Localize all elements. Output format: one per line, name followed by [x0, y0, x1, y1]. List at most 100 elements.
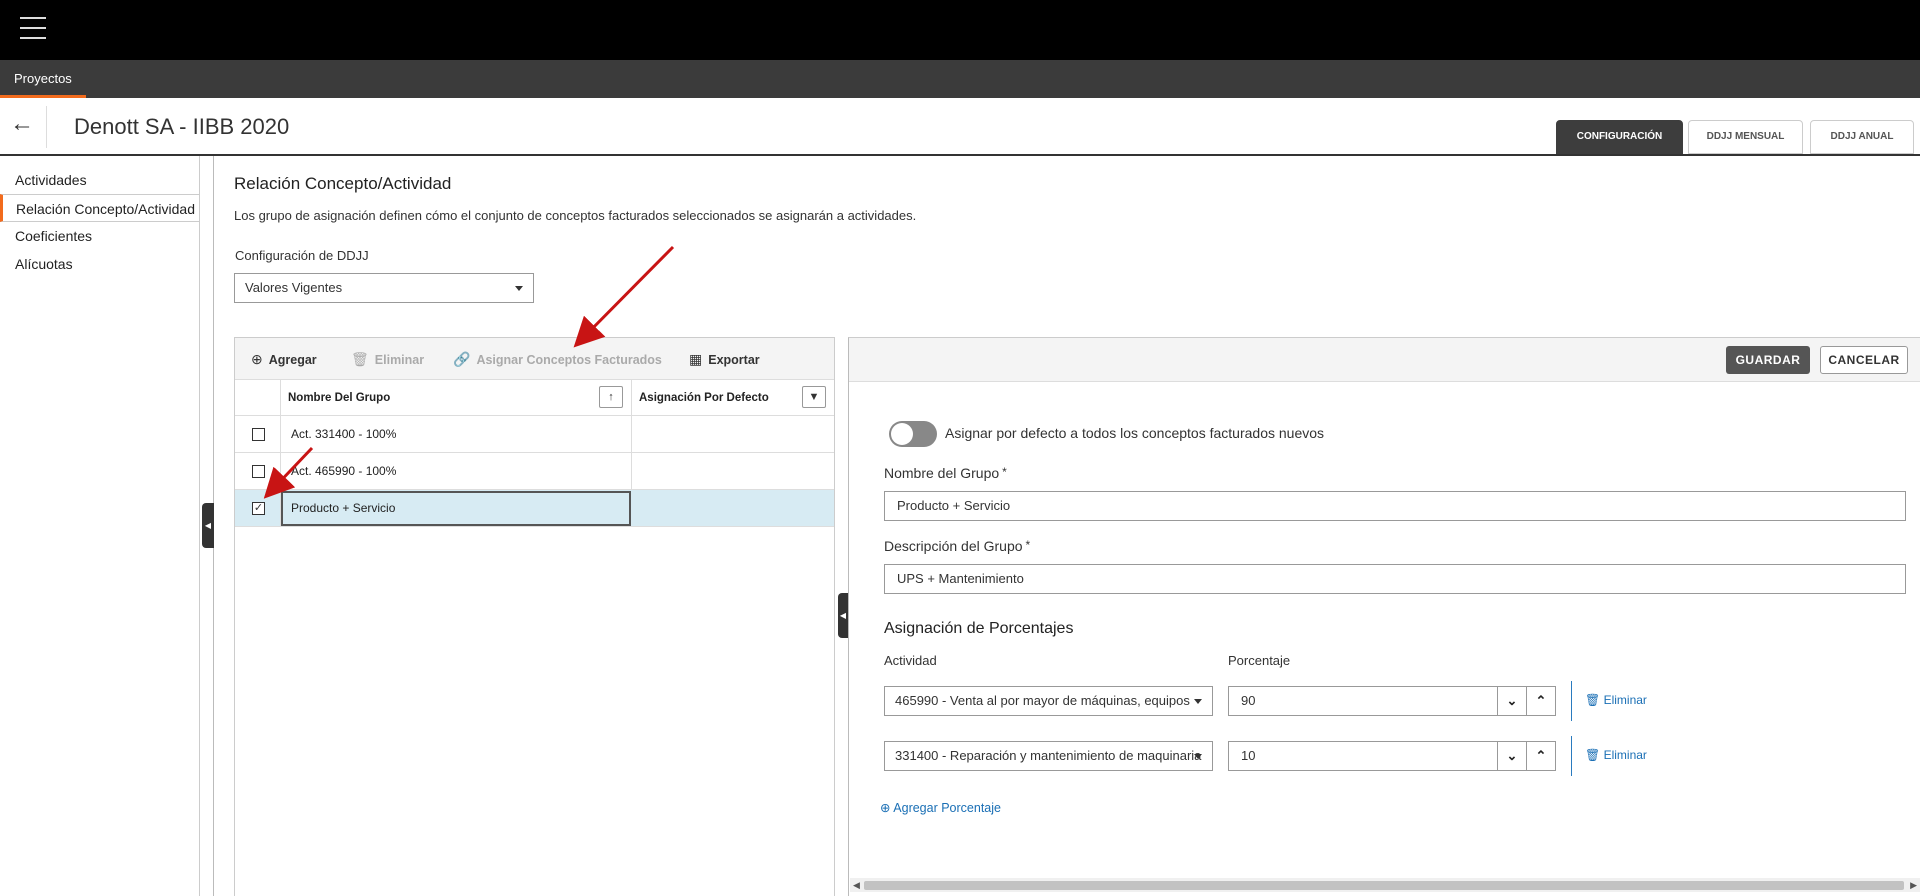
sidebar-item-alicuotas[interactable]: Alícuotas [0, 250, 199, 278]
row-checkbox[interactable] [252, 465, 265, 478]
sort-icon[interactable]: ↑ [599, 386, 623, 408]
row-name: Producto + Servicio [291, 501, 396, 515]
sidebar: Actividades Relación Concepto/Actividad … [0, 156, 200, 896]
plus-circle-icon: ⊕ [880, 801, 891, 815]
delete-button[interactable]: 🗑 Eliminar [351, 338, 424, 380]
config-select[interactable]: Valores Vigentes [234, 273, 534, 303]
row-checkbox-checked[interactable]: ✓ [252, 502, 265, 515]
nav-tab-proyectos[interactable]: Proyectos [0, 60, 86, 98]
add-button[interactable]: ⊕ Agregar [251, 338, 317, 380]
scroll-thumb[interactable] [864, 881, 1904, 890]
delete-row-label: Eliminar [1603, 748, 1647, 762]
groups-panel: ⊕ Agregar 🗑 Eliminar 🔗 Asignar Conceptos Fa… [234, 337, 835, 896]
row-separator [1571, 736, 1572, 776]
excel-icon: ▦ [689, 351, 703, 367]
scroll-right-icon[interactable]: ▶ [1910, 878, 1917, 892]
activity-select-value: 465990 - Venta al por mayor de máquinas,… [895, 693, 1190, 708]
cancel-button[interactable]: CANCELAR [1820, 346, 1908, 374]
chevron-up-icon[interactable]: ⌃ [1526, 742, 1555, 770]
groups-toolbar: ⊕ Agregar 🗑 Eliminar 🔗 Asignar Conceptos Fa… [235, 338, 834, 380]
delete-row-button[interactable]: 🗑 Eliminar [1585, 748, 1647, 762]
activity-col-label: Actividad [884, 653, 937, 668]
export-label: Exportar [708, 353, 760, 367]
grid-divider [631, 380, 632, 416]
nav-bar: Proyectos [0, 60, 1920, 98]
tab-ddjj-mensual[interactable]: DDJJ MENSUAL [1688, 120, 1803, 154]
section-description: Los grupo de asignación definen cómo el … [234, 208, 917, 223]
grid-divider [280, 453, 281, 490]
default-assign-toggle[interactable] [889, 421, 937, 447]
toggle-knob [891, 423, 913, 445]
save-button[interactable]: GUARDAR [1726, 346, 1810, 374]
trash-icon: 🗑 [1585, 693, 1601, 707]
grid-divider [280, 416, 281, 453]
col-header-default[interactable]: Asignación Por Defecto [639, 380, 769, 416]
required-mark: * [1025, 538, 1031, 552]
group-name-label: Nombre del Grupo * [884, 465, 1007, 481]
add-percent-label: Agregar Porcentaje [893, 801, 1001, 815]
col-header-name[interactable]: Nombre Del Grupo [288, 380, 390, 416]
table-row-selected[interactable]: ✓ Producto + Servicio [235, 490, 834, 527]
delete-row-button[interactable]: 🗑 Eliminar [1585, 693, 1647, 707]
percent-col-label: Porcentaje [1228, 653, 1291, 668]
group-desc-input[interactable]: UPS + Mantenimiento [884, 564, 1906, 594]
delete-row-label: Eliminar [1603, 693, 1647, 707]
hamburger-icon[interactable] [20, 17, 46, 39]
page-title: Denott SA - IIBB 2020 [74, 114, 290, 139]
collapse-sidebar-handle[interactable]: ◀ [202, 503, 214, 548]
grid-divider [631, 416, 632, 453]
tab-configuracion[interactable]: CONFIGURACIÓN [1556, 120, 1683, 154]
sidebar-item-actividades[interactable]: Actividades [0, 166, 199, 194]
chevron-down-icon [1194, 754, 1202, 759]
tab-ddjj-anual[interactable]: DDJJ ANUAL [1810, 120, 1914, 154]
required-mark: * [1002, 465, 1007, 479]
group-desc-label-text: Descripción del Grupo [884, 538, 1023, 554]
chevron-down-icon[interactable]: ⌄ [1497, 742, 1526, 770]
assign-label: Asignar Conceptos Facturados [476, 353, 662, 367]
row-checkbox[interactable] [252, 428, 265, 441]
assign-concepts-button[interactable]: 🔗 Asignar Conceptos Facturados [453, 338, 662, 380]
chevron-down-icon [515, 286, 523, 291]
grid-divider [631, 453, 632, 490]
chevron-up-icon[interactable]: ⌃ [1526, 687, 1555, 715]
add-percent-button[interactable]: ⊕ Agregar Porcentaje [880, 800, 1001, 815]
header-divider [46, 106, 47, 148]
row-name: Act. 465990 - 100% [291, 464, 397, 478]
delete-label: Eliminar [374, 353, 425, 367]
row-name: Act. 331400 - 100% [291, 427, 397, 441]
chevron-down-icon [1194, 699, 1202, 704]
sidebar-item-coeficientes[interactable]: Coeficientes [0, 222, 199, 250]
sidebar-item-relacion[interactable]: Relación Concepto/Actividad [0, 194, 199, 222]
group-form-panel: GUARDAR CANCELAR Asignar por defecto a t… [848, 337, 1920, 896]
percent-stepper[interactable]: 90 ⌄ ⌃ [1228, 686, 1556, 716]
group-name-label-text: Nombre del Grupo [884, 465, 1000, 481]
trash-icon: 🗑 [351, 351, 369, 367]
activity-select[interactable]: 331400 - Reparación y mantenimiento de m… [884, 741, 1213, 771]
grid-header: Nombre Del Grupo ↑ Asignación Por Defect… [235, 380, 834, 416]
row-separator [1571, 681, 1572, 721]
annotation-arrow [573, 245, 675, 348]
filter-dropdown-icon[interactable]: ▼ [802, 386, 826, 408]
config-select-value: Valores Vigentes [245, 280, 343, 295]
section-title: Relación Concepto/Actividad [234, 174, 452, 193]
scroll-left-icon[interactable]: ◀ [853, 878, 860, 892]
group-name-input[interactable]: Producto + Servicio [884, 491, 1906, 521]
activity-select[interactable]: 465990 - Venta al por mayor de máquinas,… [884, 686, 1213, 716]
grid-divider [280, 380, 281, 416]
toggle-label: Asignar por defecto a todos los concepto… [945, 425, 1325, 441]
export-button[interactable]: ▦ Exportar [689, 338, 760, 380]
top-bar [0, 0, 1920, 60]
percent-value: 10 [1241, 748, 1256, 763]
table-row[interactable]: Act. 331400 - 100% [235, 416, 834, 453]
percent-title: Asignación de Porcentajes [884, 620, 1074, 637]
collapse-panel-handle[interactable]: ◀ [838, 593, 848, 638]
arrow-left-icon[interactable]: ← [10, 112, 36, 138]
horizontal-scrollbar[interactable]: ◀ ▶ [850, 878, 1920, 892]
group-desc-label: Descripción del Grupo * [884, 538, 1030, 554]
config-label: Configuración de DDJJ [235, 248, 369, 263]
activity-select-value: 331400 - Reparación y mantenimiento de m… [895, 748, 1202, 763]
plus-circle-icon: ⊕ [251, 351, 263, 367]
percent-stepper[interactable]: 10 ⌄ ⌃ [1228, 741, 1556, 771]
chevron-down-icon[interactable]: ⌄ [1497, 687, 1526, 715]
table-row[interactable]: Act. 465990 - 100% [235, 453, 834, 490]
